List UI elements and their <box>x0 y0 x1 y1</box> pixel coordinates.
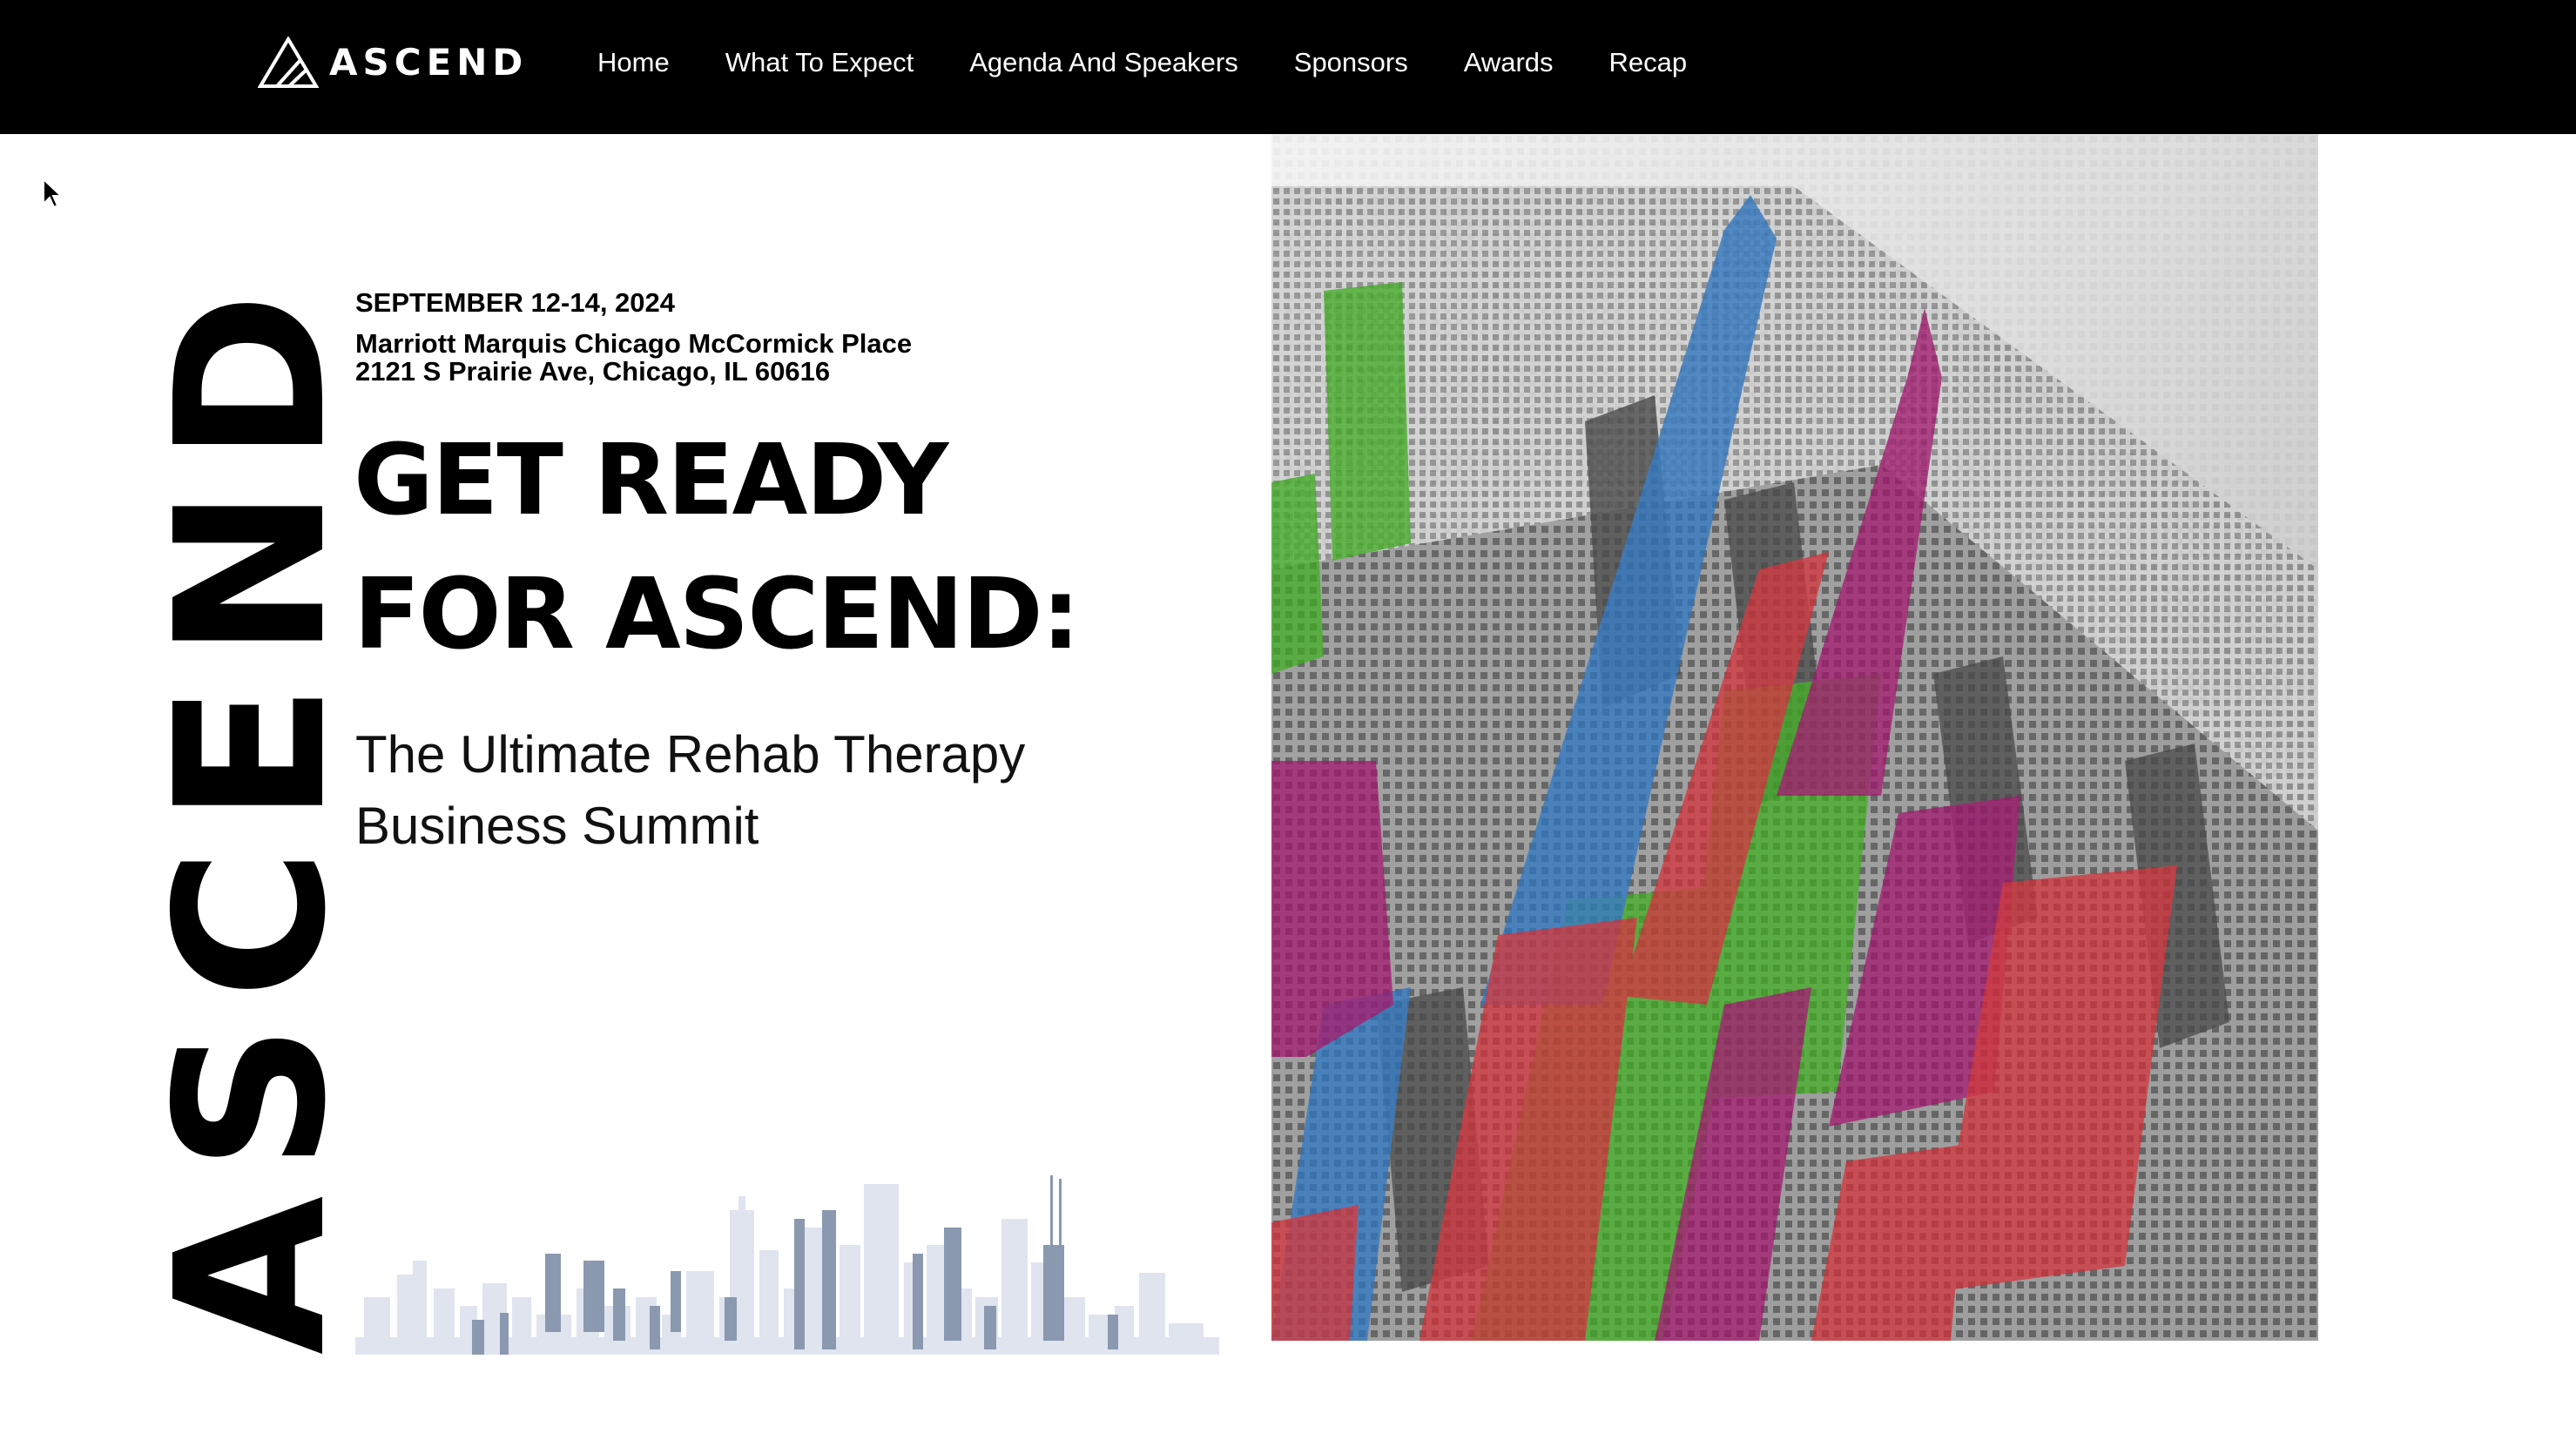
nav-link-what-to-expect[interactable]: What To Expect <box>725 42 914 84</box>
nav-link-sponsors[interactable]: Sponsors <box>1294 42 1408 84</box>
ascend-triangle-logo-icon <box>258 37 319 88</box>
hero-headline-line-2: FOR ASCEND: <box>354 558 1080 671</box>
chicago-skyline-illustration <box>355 1175 1219 1355</box>
event-date: SEPTEMBER 12-14, 2024 <box>355 287 676 318</box>
chicago-aerial-colorized-skyscrapers-image <box>1271 134 2318 1341</box>
venue-address: 2121 S Prairie Ave, Chicago, IL 60616 <box>355 356 831 387</box>
brand-logo-link[interactable]: ASCEND <box>258 37 528 89</box>
brand-name: ASCEND <box>329 41 529 84</box>
main-nav: Home What To Expect Agenda And Speakers … <box>597 42 1687 84</box>
nav-link-awards[interactable]: Awards <box>1464 42 1554 84</box>
top-navigation-bar: ASCEND Home What To Expect Agenda And Sp… <box>0 0 2576 134</box>
hero-city-image <box>1271 134 2318 1341</box>
venue-name: Marriott Marquis Chicago McCormick Place <box>355 328 913 359</box>
nav-link-agenda-and-speakers[interactable]: Agenda And Speakers <box>969 42 1238 84</box>
vertical-brand-wordmark-container: ASCEND <box>131 267 371 1356</box>
nav-link-recap[interactable]: Recap <box>1609 42 1688 84</box>
mouse-cursor-icon <box>43 178 63 209</box>
nav-link-home[interactable]: Home <box>597 42 670 84</box>
vertical-brand-wordmark: ASCEND <box>131 267 371 1356</box>
hero-subtitle: The Ultimate Rehab Therapy Business Summ… <box>355 725 1026 855</box>
hero-headline-line-1: GET READY <box>354 424 948 537</box>
